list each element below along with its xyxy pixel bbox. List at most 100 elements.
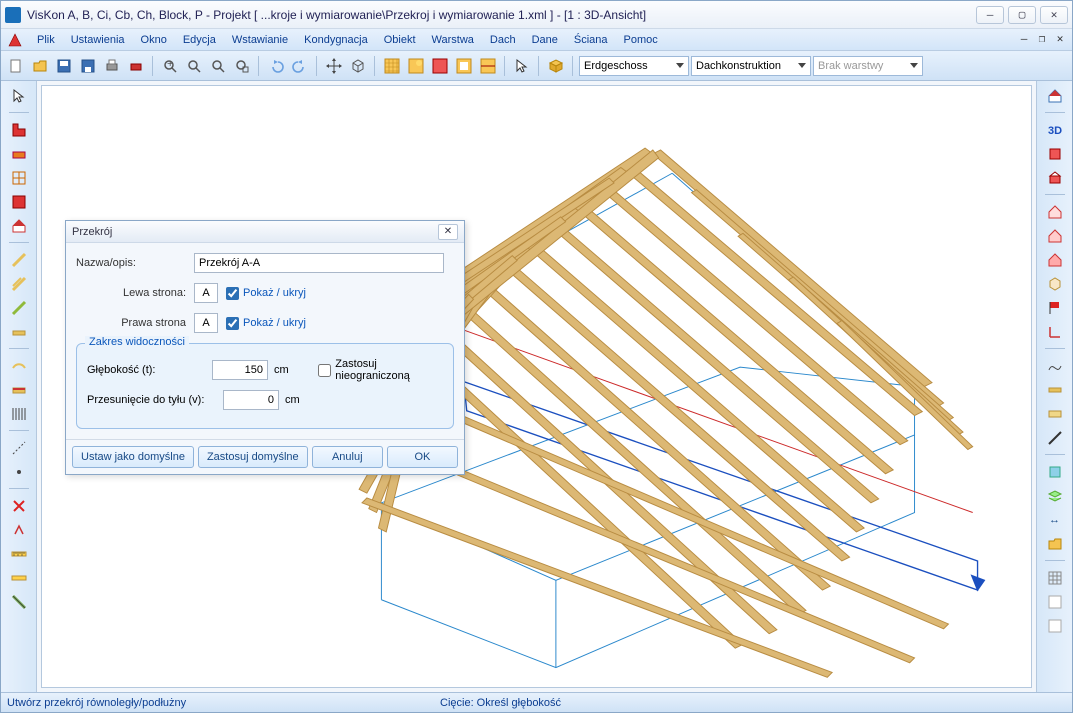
dim-icon[interactable]: ↔ (1044, 509, 1066, 531)
mdi-minimize-button[interactable]: – (1016, 31, 1032, 45)
maximize-button[interactable]: ▢ (1008, 6, 1036, 24)
set-default-button[interactable]: Ustaw jako domyślne (72, 446, 194, 468)
print-preview-icon[interactable] (125, 55, 147, 77)
menu-obiekt[interactable]: Obiekt (376, 31, 424, 49)
measure-icon[interactable] (8, 543, 30, 565)
mdi-close-button[interactable]: ✕ (1052, 31, 1068, 45)
right-show-hide-check[interactable] (226, 317, 239, 330)
grid1-icon[interactable] (381, 55, 403, 77)
blank2-icon[interactable] (1044, 615, 1066, 637)
pattern-icon[interactable] (8, 191, 30, 213)
roof2-icon[interactable] (8, 379, 30, 401)
menu-wstawianie[interactable]: Wstawianie (224, 31, 296, 49)
wall-icon[interactable] (8, 143, 30, 165)
curve-icon[interactable] (1044, 355, 1066, 377)
left-side-input[interactable] (194, 283, 218, 303)
mdi-restore-button[interactable]: ❐ (1034, 31, 1050, 45)
dialog-close-button[interactable]: ✕ (438, 224, 458, 240)
beam2-icon[interactable] (8, 273, 30, 295)
corner-icon[interactable] (8, 119, 30, 141)
zoom-out-icon[interactable] (183, 55, 205, 77)
save-as-icon[interactable] (77, 55, 99, 77)
cube-r-icon[interactable] (1044, 273, 1066, 295)
unlimited-check[interactable] (318, 364, 331, 377)
roof1-icon[interactable] (8, 355, 30, 377)
beam1-icon[interactable] (8, 249, 30, 271)
move-icon[interactable] (323, 55, 345, 77)
cursor-icon[interactable] (511, 55, 533, 77)
hatch-icon[interactable] (8, 403, 30, 425)
depth-input[interactable] (212, 360, 268, 380)
ok-button[interactable]: OK (387, 446, 458, 468)
undo-icon[interactable] (265, 55, 287, 77)
right-show-hide-checkbox[interactable]: Pokaż / ukryj (226, 317, 306, 330)
blank1-icon[interactable] (1044, 591, 1066, 613)
name-input[interactable] (194, 253, 444, 273)
minimize-button[interactable]: — (976, 6, 1004, 24)
grid2-icon[interactable] (405, 55, 427, 77)
cube-icon[interactable] (347, 55, 369, 77)
grid-r-icon[interactable] (1044, 567, 1066, 589)
diag-icon[interactable] (1044, 427, 1066, 449)
right-side-input[interactable] (194, 313, 218, 333)
redo-icon[interactable] (289, 55, 311, 77)
zoom-in-icon[interactable]: + (159, 55, 181, 77)
save-file-icon[interactable] (53, 55, 75, 77)
left-show-hide-checkbox[interactable]: Pokaż / ukryj (226, 287, 306, 300)
menu-ustawienia[interactable]: Ustawienia (63, 31, 133, 49)
print-icon[interactable] (101, 55, 123, 77)
folder-icon[interactable] (1044, 533, 1066, 555)
view-front-icon[interactable] (1044, 167, 1066, 189)
beam4-icon[interactable] (8, 321, 30, 343)
measure2-icon[interactable] (8, 567, 30, 589)
pointer-icon[interactable] (8, 85, 30, 107)
unlimited-checkbox[interactable]: Zastosuj nieograniczoną (318, 358, 443, 382)
grid3-icon[interactable] (429, 55, 451, 77)
box-icon[interactable] (545, 55, 567, 77)
house-view-icon[interactable] (1044, 85, 1066, 107)
open-file-icon[interactable] (29, 55, 51, 77)
menu-dach[interactable]: Dach (482, 31, 524, 49)
layer-select[interactable]: Brak warstwy (813, 56, 923, 76)
menu-sciana[interactable]: Ściana (566, 31, 616, 49)
menu-plik[interactable]: Plik (29, 31, 63, 49)
construction-select[interactable]: Dachkonstruktion (691, 56, 811, 76)
stamp-icon[interactable] (1044, 461, 1066, 483)
offset-input[interactable] (223, 390, 279, 410)
menu-kondygnacja[interactable]: Kondygnacja (296, 31, 376, 49)
layers-icon[interactable] (1044, 485, 1066, 507)
grid5-icon[interactable] (477, 55, 499, 77)
menu-dane[interactable]: Dane (524, 31, 566, 49)
house-r1-icon[interactable] (1044, 201, 1066, 223)
zoom-fit-icon[interactable] (207, 55, 229, 77)
axis-icon[interactable] (1044, 321, 1066, 343)
left-show-hide-link[interactable]: Pokaż / ukryj (243, 287, 306, 299)
cancel-button[interactable]: Anuluj (312, 446, 383, 468)
beam-r2-icon[interactable] (1044, 403, 1066, 425)
menu-warstwa[interactable]: Warstwa (424, 31, 482, 49)
house-r3-icon[interactable] (1044, 249, 1066, 271)
line-icon[interactable] (8, 437, 30, 459)
beam3-icon[interactable] (8, 297, 30, 319)
left-show-hide-check[interactable] (226, 287, 239, 300)
right-show-hide-link[interactable]: Pokaż / ukryj (243, 317, 306, 329)
menu-okno[interactable]: Okno (133, 31, 175, 49)
zoom-window-icon[interactable] (231, 55, 253, 77)
window-icon[interactable] (8, 167, 30, 189)
beam-r-icon[interactable] (1044, 379, 1066, 401)
menu-pomoc[interactable]: Pomoc (616, 31, 666, 49)
flag-icon[interactable] (1044, 297, 1066, 319)
close-button[interactable]: ✕ (1040, 6, 1068, 24)
floor-select[interactable]: Erdgeschoss (579, 56, 689, 76)
view-top-icon[interactable] (1044, 143, 1066, 165)
3d-icon[interactable]: 3D (1044, 119, 1066, 141)
new-file-icon[interactable] (5, 55, 27, 77)
house-r2-icon[interactable] (1044, 225, 1066, 247)
grid4-icon[interactable] (453, 55, 475, 77)
tool-a-icon[interactable] (8, 519, 30, 541)
section-icon[interactable] (8, 591, 30, 613)
menu-edycja[interactable]: Edycja (175, 31, 224, 49)
house-icon[interactable] (8, 215, 30, 237)
dot-icon[interactable] (8, 461, 30, 483)
x-icon[interactable] (8, 495, 30, 517)
